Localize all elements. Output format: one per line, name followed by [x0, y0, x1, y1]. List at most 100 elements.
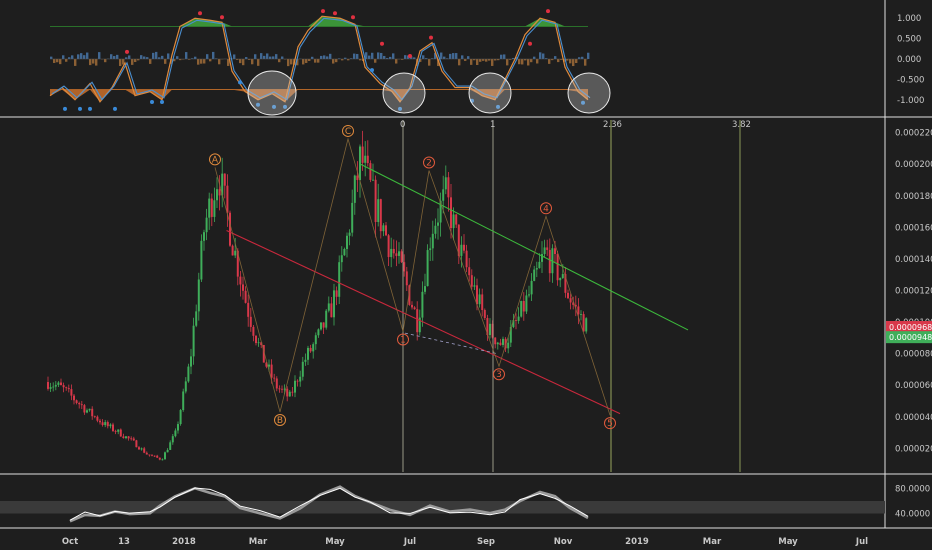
candle-down — [392, 248, 395, 254]
candle-down — [403, 262, 406, 272]
osc-hist-bar — [116, 54, 119, 59]
candle-up — [325, 310, 328, 328]
osc-highlight-ellipse — [382, 72, 426, 114]
candle-down — [522, 301, 525, 312]
candle-up — [473, 285, 476, 287]
candle-up — [343, 248, 346, 256]
candle-up — [161, 459, 164, 461]
candle-up — [190, 356, 192, 367]
osc-hist-bar — [554, 56, 557, 59]
candle-up — [346, 235, 348, 249]
candle-up — [377, 199, 380, 222]
osc-hist-bar — [50, 56, 53, 59]
candle-down — [548, 249, 551, 274]
candle-up — [426, 250, 429, 287]
osc-hist-bar — [59, 59, 62, 65]
osc-hist-bar — [392, 53, 395, 59]
candle-down — [309, 347, 312, 352]
candle-up — [182, 391, 185, 411]
osc-hist-bar — [326, 56, 329, 59]
osc-sell-dot — [333, 11, 337, 16]
osc-tick-label: 1.000 — [897, 14, 921, 24]
candle-down — [91, 408, 94, 417]
osc-hist-bar — [461, 55, 464, 59]
candle-down — [379, 199, 382, 232]
candle-down — [366, 155, 369, 164]
osc-hist-bar — [185, 52, 188, 59]
candle-up — [421, 291, 424, 318]
candle-down — [145, 452, 148, 455]
candle-down — [75, 400, 78, 403]
candle-up — [353, 175, 356, 203]
osc-sell-dot — [546, 9, 550, 14]
candle-down — [143, 448, 146, 453]
candle-down — [499, 342, 502, 345]
osc-sell-dot — [220, 15, 224, 20]
candle-down — [67, 388, 70, 390]
wave-label-text: C — [345, 127, 351, 137]
osc-hist-bar — [389, 56, 392, 59]
osc-hist-bar — [314, 59, 317, 63]
osc-buy-dot — [238, 80, 242, 85]
candle-up — [434, 225, 437, 234]
osc-hist-bar — [536, 59, 539, 64]
candle-up — [184, 381, 187, 392]
osc-hist-bar — [164, 59, 167, 64]
osc-hist-bar — [98, 52, 101, 59]
candle-down — [130, 438, 133, 440]
osc-hist-bar — [530, 59, 533, 63]
rsi-tick-label: 80.0000 — [895, 485, 930, 495]
candle-up — [117, 429, 120, 432]
candle-down — [447, 177, 450, 198]
osc-hist-bar — [143, 56, 146, 59]
candle-up — [338, 262, 341, 297]
candle-up — [442, 189, 445, 201]
candle-up — [203, 232, 205, 241]
osc-highlight-ellipse — [567, 72, 611, 114]
candle-up — [213, 200, 216, 217]
candle-down — [226, 185, 229, 213]
candle-down — [122, 436, 125, 439]
osc-hist-bar — [533, 56, 536, 59]
time-tick-label: Jul — [403, 537, 416, 547]
osc-hist-bar — [281, 56, 284, 59]
wave-label-text: 5 — [607, 419, 613, 429]
osc-hist-bar — [557, 59, 560, 63]
osc-hist-bar — [584, 59, 587, 66]
candle-up — [538, 261, 541, 269]
osc-hist-bar — [254, 54, 257, 59]
candle-down — [112, 424, 114, 431]
wave-label-text: 1 — [400, 336, 406, 346]
osc-hist-bar — [575, 59, 578, 63]
osc-hist-bar — [200, 59, 203, 64]
candle-down — [255, 335, 257, 344]
osc-hist-bar — [155, 51, 158, 59]
osc-hist-bar — [233, 54, 236, 59]
osc-hist-bar — [197, 59, 200, 65]
candle-up — [520, 301, 523, 317]
candle-up — [460, 244, 463, 256]
osc-tick-label: 0.500 — [897, 35, 921, 45]
osc-highlight-ellipse — [468, 72, 512, 114]
candle-down — [156, 455, 159, 458]
candle-down — [546, 247, 549, 250]
wave-label-text: B — [277, 416, 283, 426]
osc-hist-bar — [275, 54, 278, 59]
osc-hist-bar — [503, 54, 506, 59]
osc-hist-bar — [203, 59, 206, 64]
osc-hist-bar — [257, 59, 260, 66]
wave-label-text: A — [212, 155, 219, 165]
osc-hist-bar — [176, 56, 179, 59]
time-tick-label: 2019 — [625, 537, 649, 547]
candle-down — [554, 248, 556, 255]
candle-down — [567, 292, 569, 299]
candle-up — [372, 179, 374, 181]
candle-up — [109, 424, 112, 427]
candle-down — [281, 388, 283, 390]
candle-down — [483, 310, 486, 318]
candle-up — [177, 424, 179, 431]
candle-up — [54, 384, 57, 387]
osc-hist-bar — [440, 52, 443, 59]
osc-buy-dot — [370, 68, 374, 73]
osc-hist-bar — [287, 59, 290, 67]
